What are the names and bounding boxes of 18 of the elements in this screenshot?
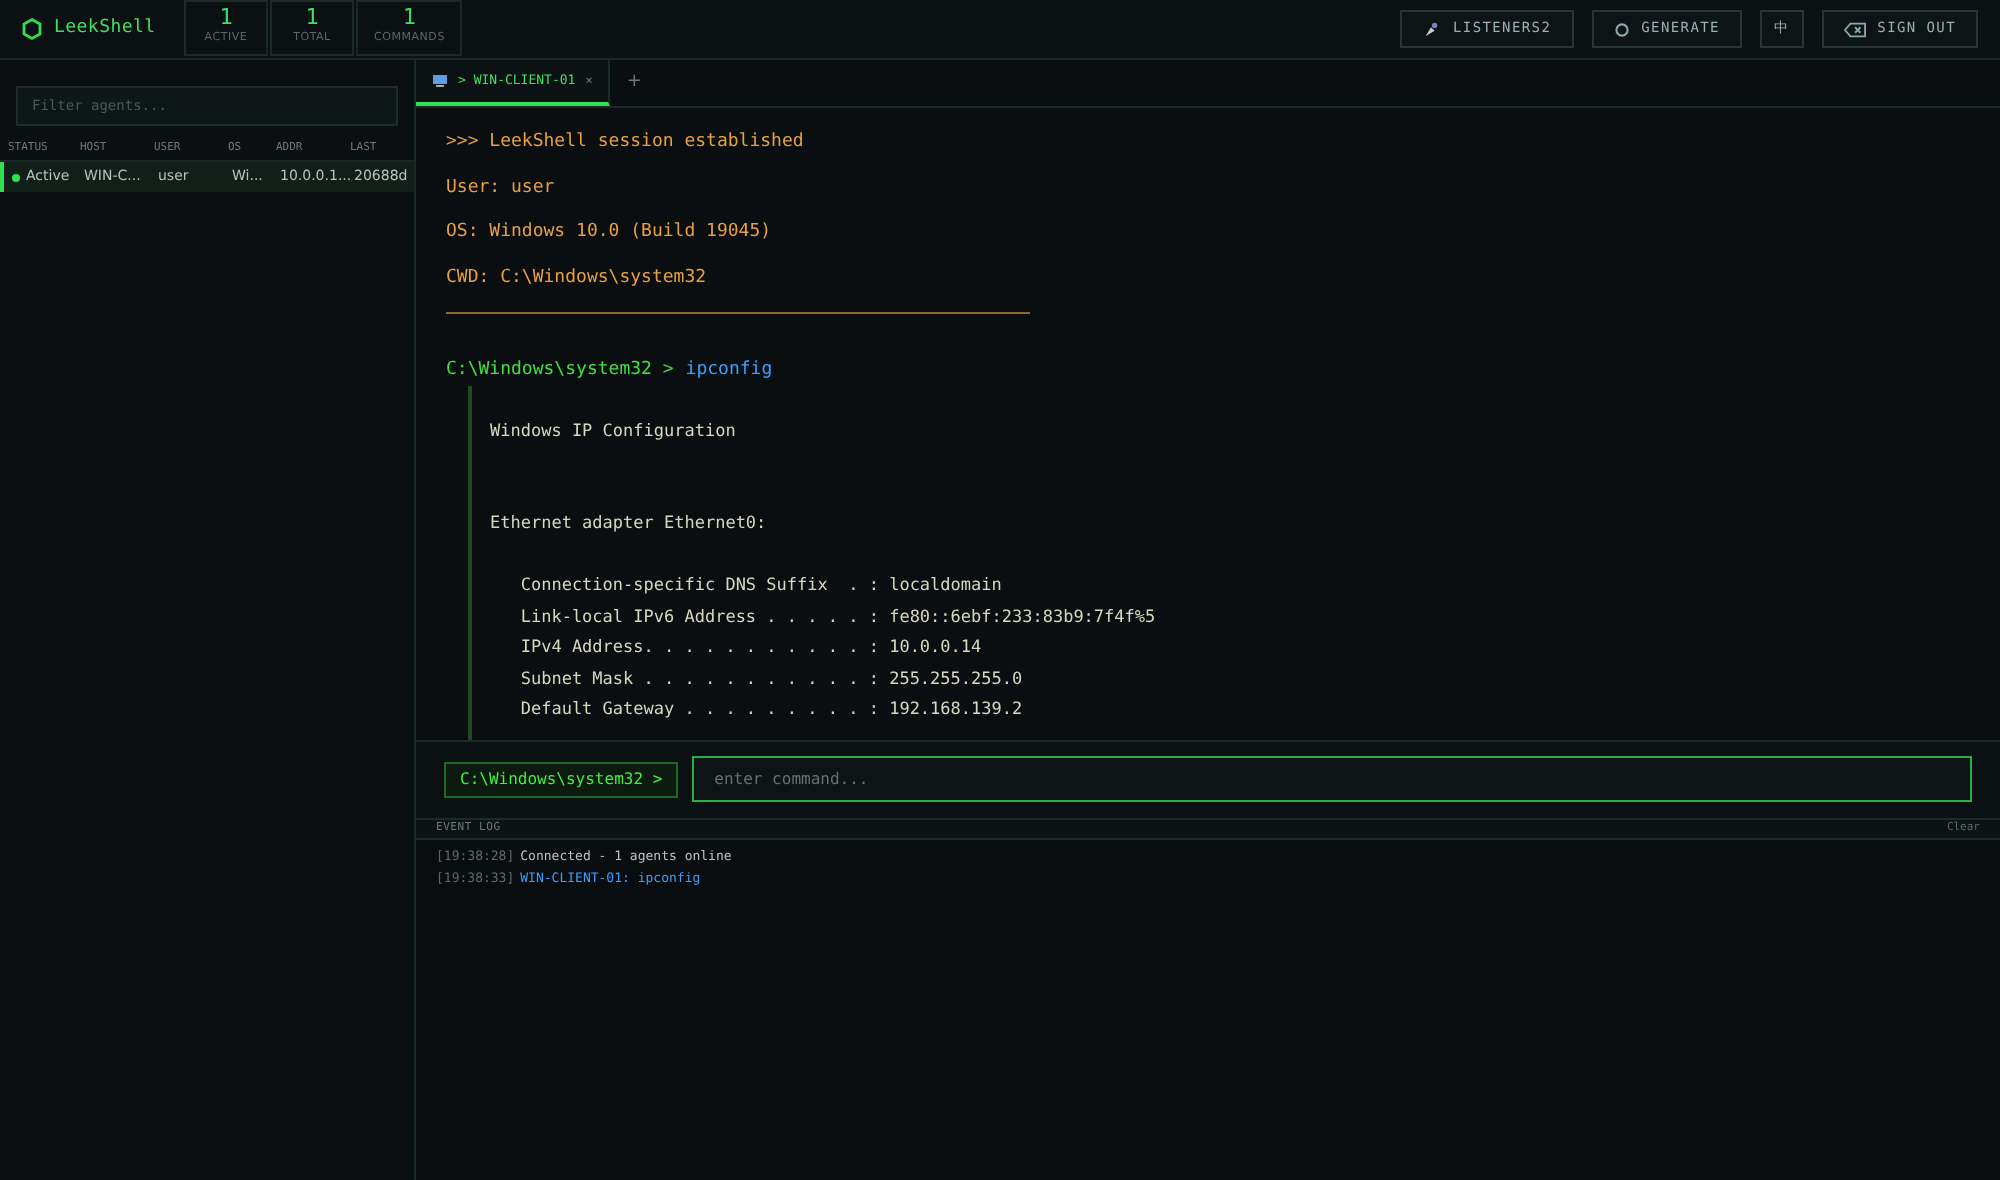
session-info-line: CWD: C:\Windows\system32 <box>446 265 709 291</box>
session-info-line: >>> LeekShell session established <box>446 130 806 156</box>
new-tab-button[interactable]: + <box>610 60 658 106</box>
session-info-line: OS: Windows 10.0 (Build 19045) <box>446 220 774 246</box>
monitor-icon <box>432 74 448 88</box>
stat-value: 1 <box>305 6 319 31</box>
command-output: Windows IP Configuration Ethernet adapter Ethernet0: Connection-specific DNS Suffix . : localdomain Link-local IPv6 Address . . . . . : fe80::6ebf:233:83b9:7f4f%5 IPv4 Address. . . . . . . . . . . : 10.0.0.14 Subnet Mask . . . . . . . . . . . : 255.255.255.0 Default Gateway . . . . . . . . . : 192.168.139.2 <box>490 419 1158 724</box>
stat-value: 1 <box>219 6 233 31</box>
hexagon-icon <box>22 18 42 40</box>
stat-value: 1 <box>402 6 417 31</box>
gear-icon <box>1613 21 1630 37</box>
command-input[interactable]: enter command... <box>692 756 1972 802</box>
prompt-label: C:\Windows\system32 > <box>444 761 679 797</box>
command-text: ipconfig <box>685 358 773 384</box>
app-name: LeekShell <box>54 15 156 42</box>
prompt-text: C:\Windows\system32 > <box>446 358 674 384</box>
backspace-icon <box>1843 21 1866 37</box>
session-info-line: User: user <box>446 175 557 201</box>
